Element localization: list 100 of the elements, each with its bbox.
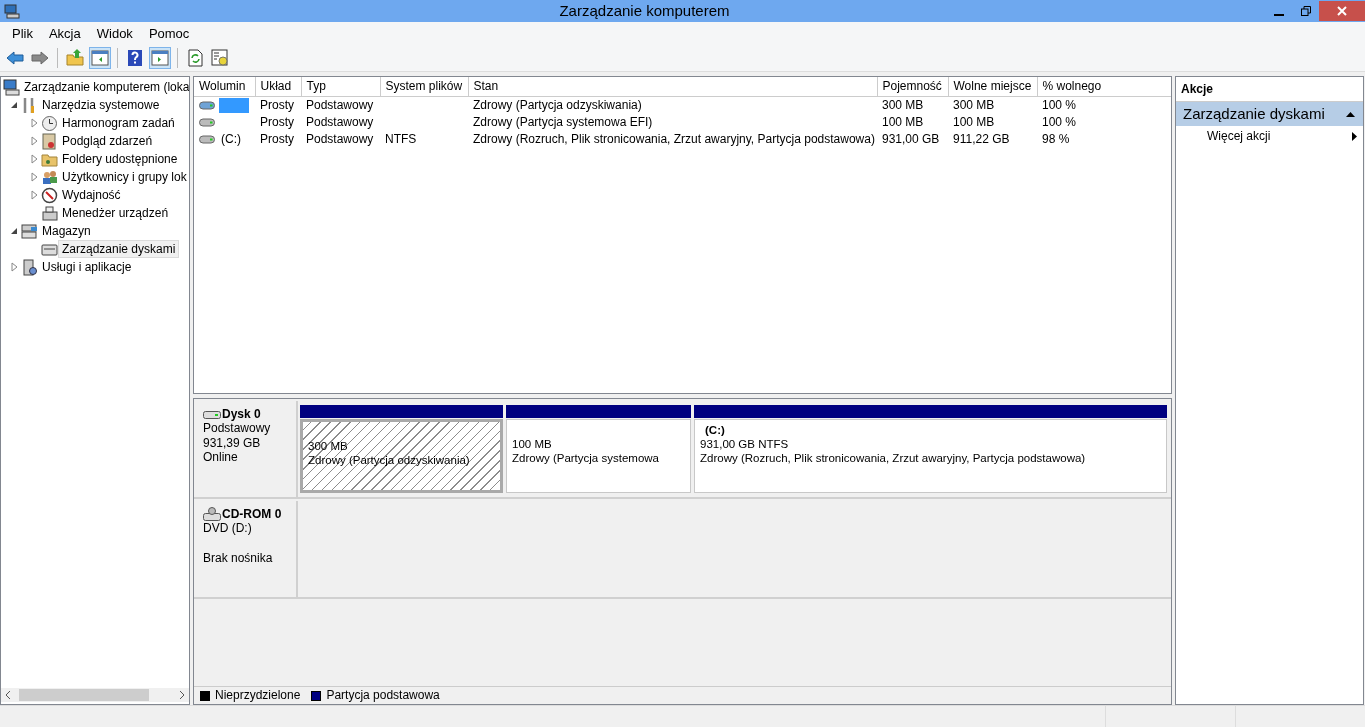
tree-item[interactable]: Narzędzia systemowe (38, 95, 164, 115)
disk-name: CD-ROM 0 (222, 507, 282, 522)
legend-label: Partycja podstawowa (326, 688, 440, 703)
disk-info: DVD (D:) (203, 521, 253, 536)
toolbar-button[interactable] (209, 47, 231, 69)
table-cell: 911,22 GB (953, 131, 1010, 146)
column-header[interactable]: Typ (301, 77, 380, 96)
toolbar-button[interactable] (149, 47, 171, 69)
properties-icon (211, 49, 229, 67)
tree-item[interactable]: Menedżer urządzeń (58, 203, 173, 223)
table-cell: Podstawowy (306, 97, 374, 112)
partition-block[interactable]: (C:) 931,00 GB NTFS Zdrowy (Rozruch, Plik stronicowania, Zrzut awaryjny, Partycja podstawowa) (694, 419, 1167, 493)
back-arrow-icon (6, 49, 24, 67)
column-header[interactable]: Wolne miejsce (948, 77, 1037, 96)
tree-item-icon (41, 132, 58, 150)
table-cell: 300 MB (953, 97, 995, 112)
action-link[interactable]: Więcej akcji (1176, 126, 1363, 147)
scrollbar-thumb[interactable] (19, 689, 149, 701)
disk-info: Podstawowy (203, 421, 272, 436)
close-button[interactable] (1319, 1, 1365, 21)
table-cell: Zdrowy (Rozruch, Plik stronicowania, Zrzut awaryjny, Partycja podstawowa) (473, 131, 875, 146)
tree-item[interactable]: Użytkownicy i grupy lok (58, 167, 189, 187)
scroll-left-icon[interactable] (5, 691, 11, 699)
collapse-caret-icon[interactable] (1346, 111, 1355, 118)
table-cell: 100 % (1042, 114, 1077, 129)
partition-info: Zdrowy (Rozruch, Plik stronicowania, Zrzut awaryjny, Partycja podstawowa) (699, 451, 1087, 466)
table-cell: 100 MB (882, 114, 924, 129)
disk-name: Dysk 0 (222, 407, 261, 422)
drive-icon (199, 100, 215, 110)
table-cell: Zdrowy (Partycja odzyskiwania) (473, 97, 642, 112)
collapsed-arrow-icon[interactable] (29, 136, 39, 146)
panel-icon (151, 49, 169, 67)
menu-item[interactable]: Widok (88, 23, 141, 44)
tree-item[interactable]: Wydajność (58, 185, 125, 205)
submenu-arrow-icon (1352, 132, 1357, 142)
expanded-arrow-icon[interactable] (9, 226, 19, 236)
horizontal-scrollbar[interactable] (1, 688, 189, 702)
disk-info: 931,39 GB (203, 435, 262, 451)
tree-item[interactable]: Harmonogram zadań (58, 113, 179, 133)
column-header[interactable]: Pojemność (877, 77, 948, 96)
partition-info: 100 MB (511, 438, 553, 452)
section-title: Zarządzanie dyskami (1183, 105, 1325, 124)
menu-item[interactable]: Pomoc (140, 23, 198, 44)
toolbar-button[interactable] (89, 47, 111, 69)
expanded-arrow-icon[interactable] (9, 100, 19, 110)
tree-item[interactable]: Usługi i aplikacje (38, 257, 136, 277)
collapsed-arrow-icon[interactable] (29, 118, 39, 128)
table-cell: 98 % (1042, 131, 1070, 146)
table-cell: 300 MB (882, 97, 924, 112)
panel-icon (91, 49, 109, 67)
column-header[interactable]: System plików (380, 77, 468, 96)
menu-item[interactable]: Akcja (40, 23, 89, 44)
collapsed-arrow-icon[interactable] (29, 190, 39, 200)
drive-icon (199, 134, 215, 144)
tree-item-icon (41, 204, 58, 222)
tree-item-icon (41, 186, 58, 204)
selection-highlight[interactable] (219, 97, 249, 113)
drive-icon (199, 117, 215, 127)
table-cell: NTFS (385, 131, 417, 146)
disk-status: Brak nośnika (203, 550, 274, 566)
partition-info: Zdrowy (Partycja systemowa (511, 451, 660, 466)
table-cell: Prosty (260, 97, 294, 112)
partition-title: (C:) (704, 424, 726, 438)
collapsed-arrow-icon[interactable] (29, 172, 39, 182)
menu-item[interactable]: Plik (4, 23, 41, 44)
close-icon (1337, 6, 1347, 16)
volume-name[interactable]: (C:) (219, 131, 249, 147)
partition-block[interactable]: 100 MB Zdrowy (Partycja systemowa (506, 419, 691, 493)
column-header[interactable]: Układ (255, 77, 301, 96)
table-cell: Zdrowy (Partycja systemowa EFI) (473, 114, 653, 129)
tree-item[interactable]: Magazyn (38, 221, 95, 241)
collapsed-arrow-icon[interactable] (29, 154, 39, 164)
refresh-icon (186, 49, 204, 67)
disk-info: Online (203, 450, 239, 465)
table-cell: Podstawowy (306, 114, 374, 129)
column-header[interactable]: % wolnego (1037, 77, 1171, 96)
tree-item-icon (21, 258, 38, 276)
tree-item[interactable]: Foldery udostępnione (58, 149, 182, 169)
tree-item[interactable]: Zarządzanie dyskami (58, 239, 180, 259)
folder-up-icon (66, 49, 84, 67)
minimize-icon (1273, 14, 1284, 16)
partition-block[interactable]: 300 MB Zdrowy (Partycja odzyskiwania) (300, 419, 503, 493)
table-cell: 100 MB (953, 114, 995, 129)
tree-item-icon (21, 222, 38, 240)
table-cell: 931,00 GB (882, 131, 940, 146)
column-header[interactable]: Stan (468, 77, 877, 96)
collapsed-arrow-icon[interactable] (9, 262, 19, 272)
actions-section[interactable]: Zarządzanie dyskami (1176, 102, 1363, 127)
help-icon (126, 49, 144, 67)
tree-item-icon (41, 168, 58, 186)
table-cell: 100 % (1042, 97, 1077, 112)
column-header[interactable]: Wolumin (194, 77, 255, 96)
partition-info: 931,00 GB NTFS (699, 437, 790, 452)
scroll-right-icon[interactable] (179, 691, 185, 699)
legend-label: Nieprzydzielone (215, 688, 301, 703)
tree-item[interactable]: Zarządzanie komputerem (loka (20, 77, 189, 97)
tree-item-icon (3, 78, 20, 96)
tree-item[interactable]: Podgląd zdarzeń (58, 131, 157, 151)
table-cell: Podstawowy (306, 131, 374, 146)
forward-arrow-icon (31, 49, 49, 67)
